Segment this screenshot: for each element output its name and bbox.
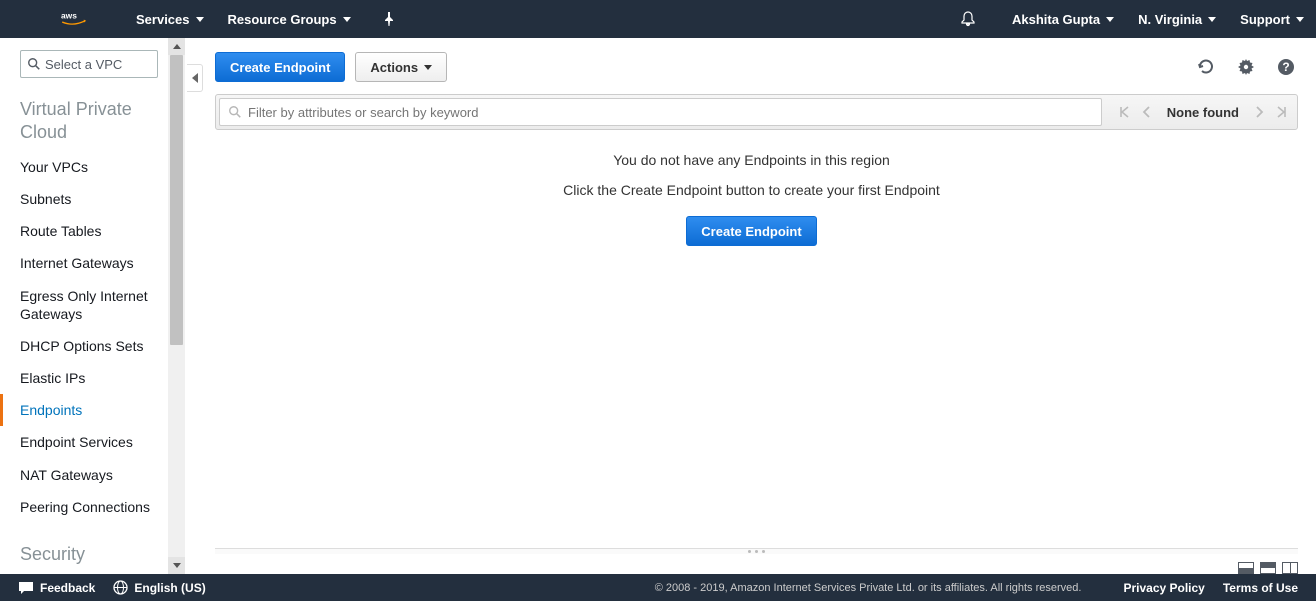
- sidebar: Select a VPC Virtual Private Cloud Your …: [0, 38, 187, 574]
- language-button[interactable]: English (US): [113, 580, 205, 595]
- main-content: Create Endpoint Actions ? None found You…: [187, 38, 1316, 574]
- nav-region[interactable]: N. Virginia: [1126, 0, 1228, 38]
- nav-support[interactable]: Support: [1228, 0, 1316, 38]
- nav-resource-groups-label: Resource Groups: [228, 12, 337, 27]
- refresh-icon[interactable]: [1194, 55, 1218, 79]
- sidebar-item-route-tables[interactable]: Route Tables: [0, 215, 168, 247]
- caret-down-icon: [196, 17, 204, 22]
- vertical-splitter[interactable]: [215, 548, 1298, 554]
- pager-label: None found: [1159, 105, 1247, 120]
- nav-resource-groups[interactable]: Resource Groups: [216, 0, 363, 38]
- sidebar-item-endpoint-services[interactable]: Endpoint Services: [0, 426, 168, 458]
- speech-icon: [18, 581, 34, 595]
- actions-button[interactable]: Actions: [355, 52, 447, 82]
- sidebar-heading-security: Security: [0, 537, 168, 572]
- feedback-button[interactable]: Feedback: [18, 581, 95, 595]
- sidebar-item-egress-gateways[interactable]: Egress Only Internet Gateways: [0, 280, 168, 330]
- view-mode-bottom[interactable]: [1238, 562, 1254, 574]
- vpc-selector[interactable]: Select a VPC: [20, 50, 158, 78]
- nav-support-label: Support: [1240, 12, 1290, 27]
- aws-logo[interactable]: aws: [56, 10, 96, 28]
- create-endpoint-button[interactable]: Create Endpoint: [215, 52, 345, 82]
- sidebar-item-peering[interactable]: Peering Connections: [0, 491, 168, 523]
- sidebar-item-dhcp[interactable]: DHCP Options Sets: [0, 330, 168, 362]
- view-mode-split[interactable]: [1260, 562, 1276, 574]
- caret-down-icon: [1208, 17, 1216, 22]
- empty-create-endpoint-button[interactable]: Create Endpoint: [686, 216, 816, 246]
- terms-link[interactable]: Terms of Use: [1223, 581, 1298, 595]
- caret-down-icon: [424, 65, 432, 70]
- sidebar-item-endpoints[interactable]: Endpoints: [0, 394, 168, 426]
- sidebar-item-internet-gateways[interactable]: Internet Gateways: [0, 247, 168, 279]
- empty-line1: You do not have any Endpoints in this re…: [187, 152, 1316, 168]
- search-icon: [27, 57, 41, 71]
- globe-icon: [113, 580, 128, 595]
- scroll-thumb[interactable]: [170, 55, 183, 345]
- actions-label: Actions: [370, 60, 418, 75]
- language-label: English (US): [134, 581, 205, 595]
- chevron-left-icon: [192, 73, 198, 83]
- scroll-up-icon[interactable]: [168, 38, 185, 55]
- help-icon[interactable]: ?: [1274, 55, 1298, 79]
- nav-region-label: N. Virginia: [1138, 12, 1202, 27]
- top-nav: aws Services Resource Groups Akshita Gup…: [0, 0, 1316, 38]
- nav-user-label: Akshita Gupta: [1012, 12, 1100, 27]
- sidebar-heading-vpc: Virtual Private Cloud: [0, 92, 168, 151]
- pin-icon[interactable]: [371, 0, 407, 38]
- privacy-link[interactable]: Privacy Policy: [1123, 581, 1204, 595]
- footer: Feedback English (US) © 2008 - 2019, Ama…: [0, 574, 1316, 601]
- svg-text:?: ?: [1282, 60, 1289, 74]
- settings-icon[interactable]: [1234, 55, 1258, 79]
- view-mode-columns[interactable]: [1282, 562, 1298, 574]
- sidebar-item-subnets[interactable]: Subnets: [0, 183, 168, 215]
- pager: None found: [1105, 98, 1297, 126]
- sidebar-item-nat-gateways[interactable]: NAT Gateways: [0, 459, 168, 491]
- filter-input-wrap: [219, 98, 1102, 126]
- filter-input[interactable]: [248, 105, 1093, 120]
- empty-state: You do not have any Endpoints in this re…: [187, 130, 1316, 276]
- feedback-label: Feedback: [40, 581, 95, 595]
- view-mode-icons: [187, 554, 1316, 574]
- caret-down-icon: [1296, 17, 1304, 22]
- empty-line2: Click the Create Endpoint button to crea…: [187, 182, 1316, 198]
- toolbar: Create Endpoint Actions ?: [187, 38, 1316, 94]
- svg-text:aws: aws: [61, 10, 77, 20]
- scroll-down-icon[interactable]: [168, 557, 185, 574]
- nav-services-label: Services: [136, 12, 190, 27]
- page-last-button[interactable]: [1271, 98, 1291, 126]
- nav-services[interactable]: Services: [124, 0, 216, 38]
- page-next-button[interactable]: [1249, 98, 1269, 126]
- caret-down-icon: [1106, 17, 1114, 22]
- sidebar-scrollbar[interactable]: [168, 38, 185, 574]
- page-first-button[interactable]: [1115, 98, 1135, 126]
- notifications-icon[interactable]: [948, 0, 988, 38]
- nav-user[interactable]: Akshita Gupta: [1000, 0, 1126, 38]
- sidebar-item-elastic-ips[interactable]: Elastic IPs: [0, 362, 168, 394]
- copyright-text: © 2008 - 2019, Amazon Internet Services …: [655, 582, 1082, 594]
- page-prev-button[interactable]: [1137, 98, 1157, 126]
- sidebar-collapse-button[interactable]: [187, 64, 203, 92]
- caret-down-icon: [343, 17, 351, 22]
- search-icon: [228, 105, 242, 119]
- filter-bar: None found: [215, 94, 1298, 130]
- vpc-selector-label: Select a VPC: [45, 57, 122, 72]
- sidebar-item-your-vpcs[interactable]: Your VPCs: [0, 151, 168, 183]
